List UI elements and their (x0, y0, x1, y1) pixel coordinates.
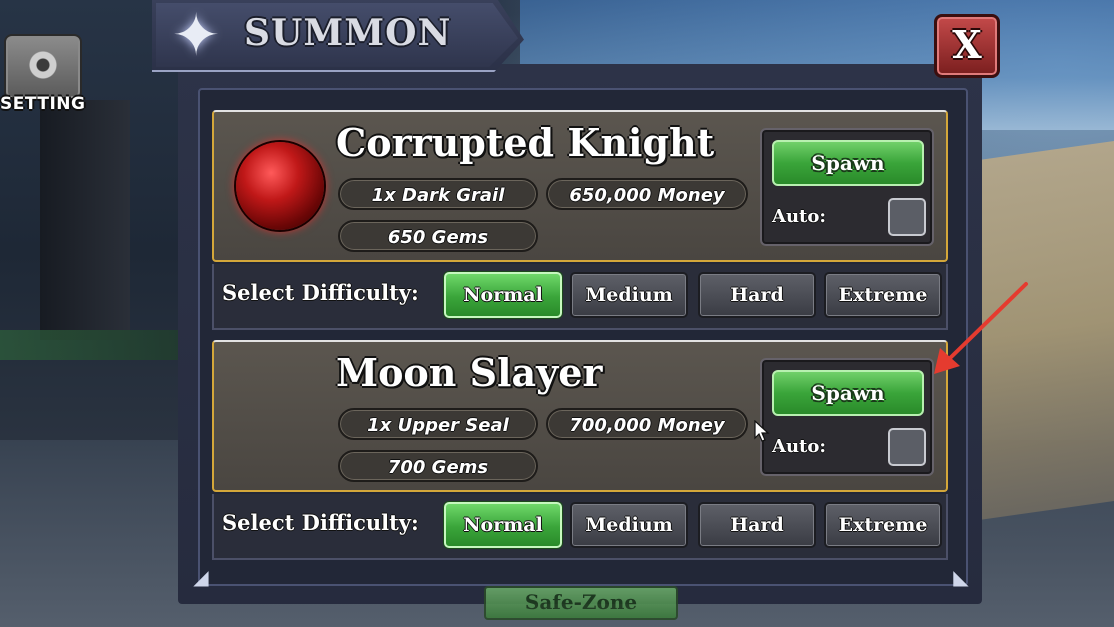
spawn-controls: Spawn Auto: (760, 358, 934, 476)
gear-icon (22, 44, 64, 86)
boss-name: Moon Slayer (336, 350, 603, 395)
auto-label: Auto: (772, 436, 827, 457)
game-scene: SETTING ◢ ◣ ✦ SUMMON X Corrupted Knight … (0, 0, 1114, 627)
requirement-money-badge: 700,000 Money (546, 408, 748, 440)
red-orb-icon (236, 142, 324, 230)
requirement-item-badge: 1x Dark Grail (338, 178, 538, 210)
difficulty-medium-button[interactable]: Medium (570, 272, 688, 318)
difficulty-label: Select Difficulty: (222, 280, 419, 305)
setting-button[interactable] (4, 34, 82, 100)
difficulty-hard-button[interactable]: Hard (698, 272, 816, 318)
requirement-gems-badge: 700 Gems (338, 450, 538, 482)
safe-zone-sign: Safe-Zone (484, 586, 678, 620)
boss-name: Corrupted Knight (336, 120, 715, 165)
setting-label: SETTING (0, 94, 86, 114)
star-icon: ✦ (171, 1, 221, 69)
difficulty-extreme-button[interactable]: Extreme (824, 272, 942, 318)
auto-checkbox[interactable] (888, 198, 926, 236)
background-grass (0, 330, 200, 360)
difficulty-label: Select Difficulty: (222, 510, 419, 535)
requirement-gems-badge: 650 Gems (338, 220, 538, 252)
difficulty-normal-button[interactable]: Normal (444, 502, 562, 548)
corner-ornament-icon: ◣ (953, 565, 969, 589)
auto-label: Auto: (772, 206, 827, 227)
boss-card-moon-slayer: Moon Slayer 1x Upper Seal 700,000 Money … (212, 340, 948, 492)
auto-checkbox[interactable] (888, 428, 926, 466)
difficulty-row: Select Difficulty: Normal Medium Hard Ex… (212, 494, 948, 560)
boss-card-corrupted-knight: Corrupted Knight 1x Dark Grail 650,000 M… (212, 110, 948, 262)
annotation-arrow-icon (934, 282, 1028, 374)
requirement-money-badge: 650,000 Money (546, 178, 748, 210)
requirement-item-badge: 1x Upper Seal (338, 408, 538, 440)
difficulty-extreme-button[interactable]: Extreme (824, 502, 942, 548)
close-button[interactable]: X (934, 14, 1000, 78)
difficulty-medium-button[interactable]: Medium (570, 502, 688, 548)
summon-title: SUMMON (244, 12, 452, 54)
background-pillar (40, 100, 130, 340)
corner-ornament-icon: ◢ (193, 565, 209, 589)
spawn-button[interactable]: Spawn (772, 140, 924, 186)
difficulty-normal-button[interactable]: Normal (444, 272, 562, 318)
spawn-controls: Spawn Auto: (760, 128, 934, 246)
spawn-button[interactable]: Spawn (772, 370, 924, 416)
difficulty-hard-button[interactable]: Hard (698, 502, 816, 548)
difficulty-row: Select Difficulty: Normal Medium Hard Ex… (212, 264, 948, 330)
mouse-cursor-icon (754, 420, 770, 442)
